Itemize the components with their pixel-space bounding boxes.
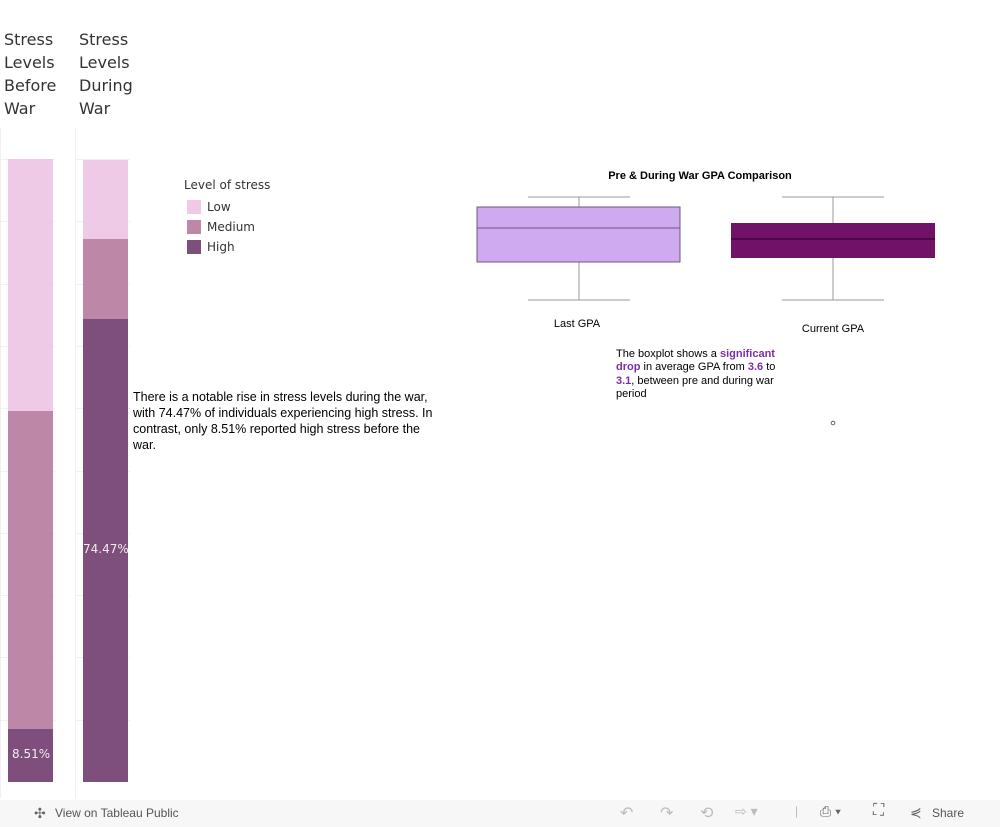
bar-segment-low[interactable] [8,159,53,411]
legend: Level of stress Low Medium High [184,178,270,257]
outlier-point [830,420,836,426]
bar-during-war[interactable]: 74.47% [83,160,129,783]
box-last-gpa[interactable] [476,206,681,263]
undo-icon[interactable]: ↶ [620,803,633,823]
data-label: 8.51% [12,747,51,762]
legend-label: Medium [207,220,255,234]
label-last-gpa: Last GPA [554,318,601,330]
label-current-gpa: Current GPA [802,323,865,335]
boxplot-title: Pre & During War GPA Comparison [608,170,792,182]
column-header-during: Stress Levels During War [79,30,133,118]
swatch [187,240,201,254]
revert-icon[interactable]: ⟲ [700,803,713,823]
redo-icon[interactable]: ↷ [660,803,673,823]
bar-segment-low[interactable] [83,160,128,240]
fullscreen-icon[interactable]: ⛶ [873,802,884,820]
gpa-note: The boxplot shows a significant drop in … [616,348,791,401]
stress-note: There is a notable rise in stress levels… [133,390,433,452]
bar-segment-medium[interactable] [8,410,53,729]
refresh-icon[interactable]: ⇨ ▾ [735,803,758,820]
swatch [187,200,201,214]
download-icon[interactable]: ⎙ ▾ [820,803,841,820]
share-icon[interactable]: ⋞ [910,804,922,821]
legend-item-high[interactable]: High [184,237,270,257]
data-label: 74.47% [83,542,129,557]
highlight: 3.1 [616,374,632,387]
column-header-before: Stress Levels Before War [4,30,57,118]
bar-segment-medium[interactable] [83,239,128,319]
swatch [187,220,201,234]
view-on-tableau-link[interactable]: View on Tableau Public [55,806,179,820]
divider [75,128,76,798]
share-button[interactable]: Share [932,806,964,820]
footer-toolbar: ✣ View on Tableau Public ↶ ↷ ⟲ ⇨ ▾ | ⎙ ▾… [0,800,1000,827]
bar-before-war[interactable]: 8.51% [8,159,53,782]
divider: | [795,804,799,818]
legend-label: Low [207,200,231,214]
text: in average GPA from [640,361,748,374]
text: The boxplot shows a [616,348,720,360]
box-current-gpa[interactable] [731,223,935,258]
divider [0,128,1,798]
legend-item-low[interactable]: Low [184,197,270,217]
text: to [763,361,776,374]
legend-item-medium[interactable]: Medium [184,217,270,237]
tableau-icon: ✣ [34,805,46,821]
legend-title: Level of stress [184,178,271,192]
legend-label: High [207,240,235,254]
text: , between pre and during war period [616,374,774,400]
highlight: 3.6 [747,361,764,374]
